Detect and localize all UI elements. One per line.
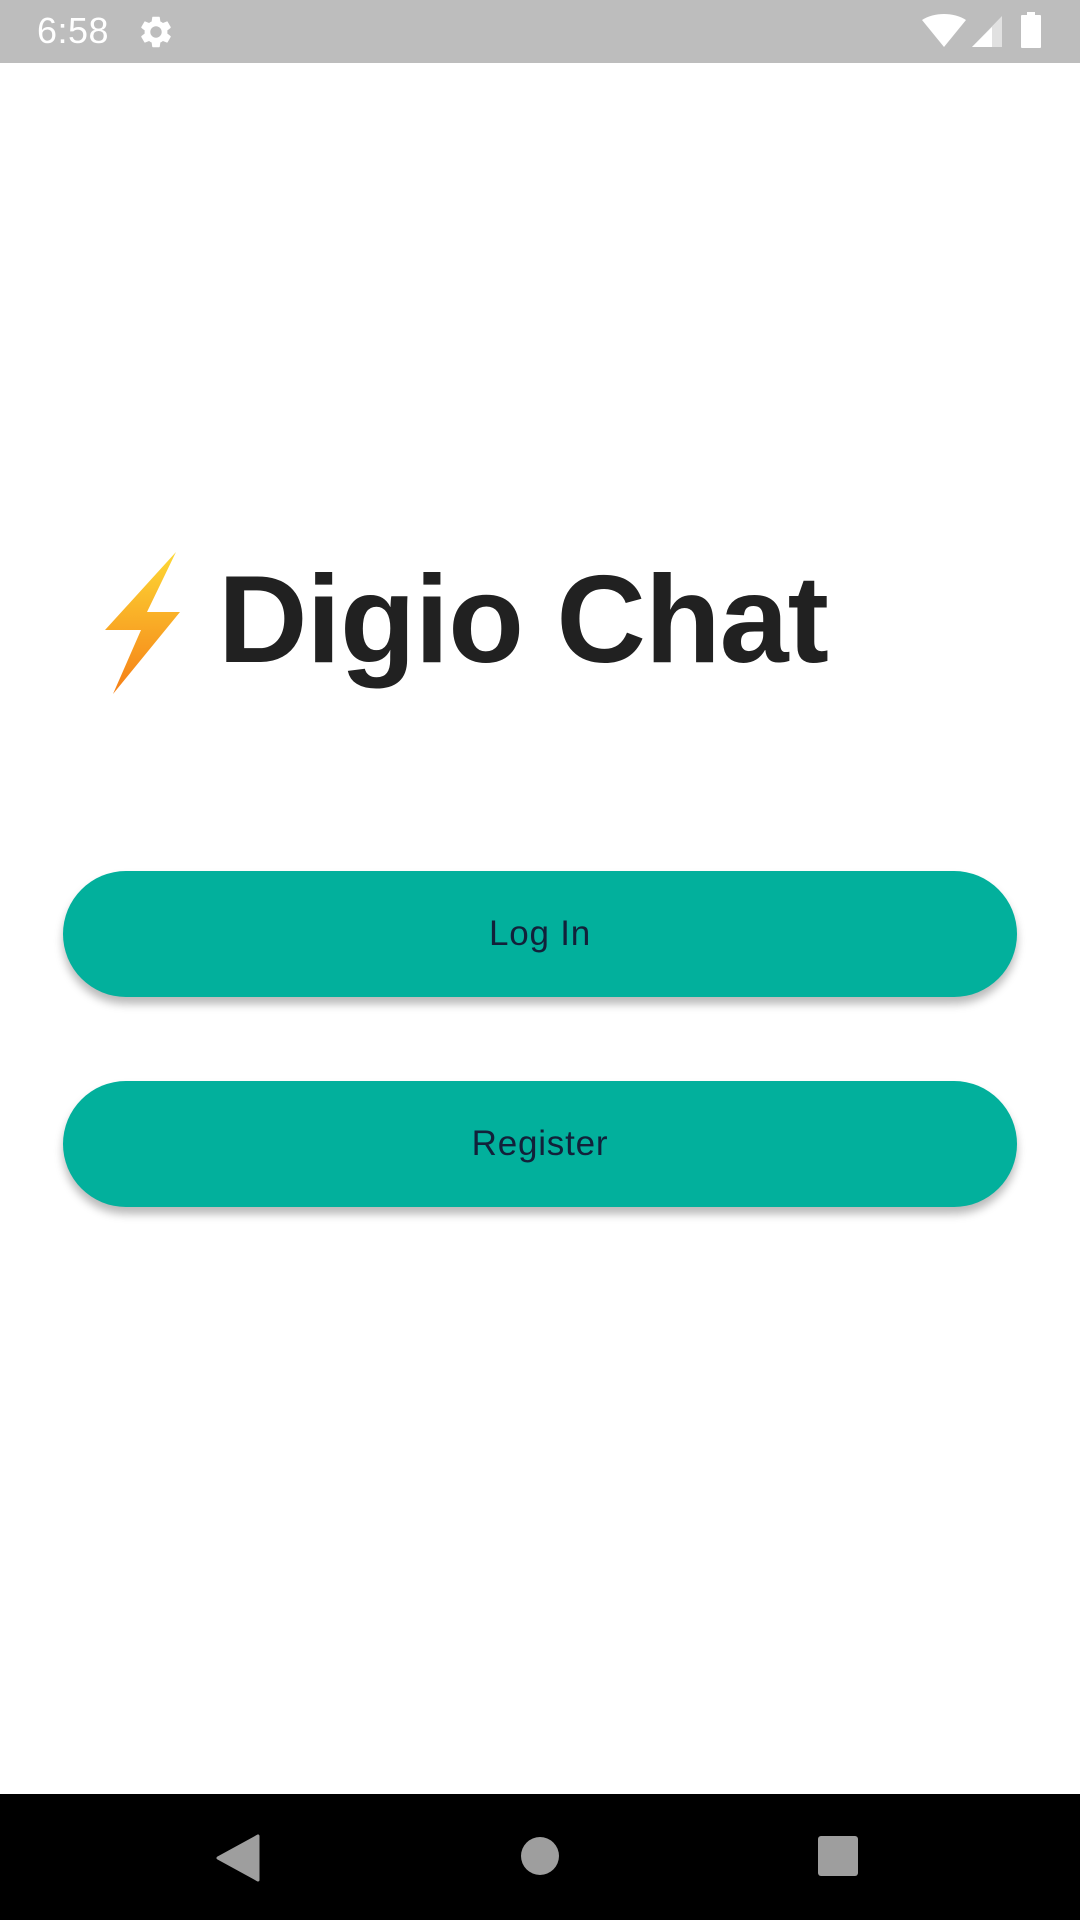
battery-icon <box>1021 12 1041 48</box>
status-bar: 6:58 <box>0 0 1080 63</box>
settings-gear-icon <box>141 16 171 48</box>
back-icon[interactable] <box>216 1834 260 1882</box>
home-icon[interactable] <box>520 1836 560 1876</box>
register-button-label: Register <box>471 1124 609 1163</box>
cell-signal-icon <box>972 16 1002 47</box>
login-button[interactable]: Log In <box>63 871 1017 997</box>
app-brand: Digio Chat <box>100 548 1000 698</box>
recents-icon[interactable] <box>818 1836 858 1876</box>
lightning-bolt-icon <box>105 552 180 694</box>
app-title: Digio Chat <box>218 551 829 689</box>
navigation-bar <box>0 1794 1080 1920</box>
register-button[interactable]: Register <box>63 1081 1017 1207</box>
wifi-icon <box>922 14 966 47</box>
status-time: 6:58 <box>37 10 110 51</box>
login-button-label: Log In <box>488 914 592 953</box>
